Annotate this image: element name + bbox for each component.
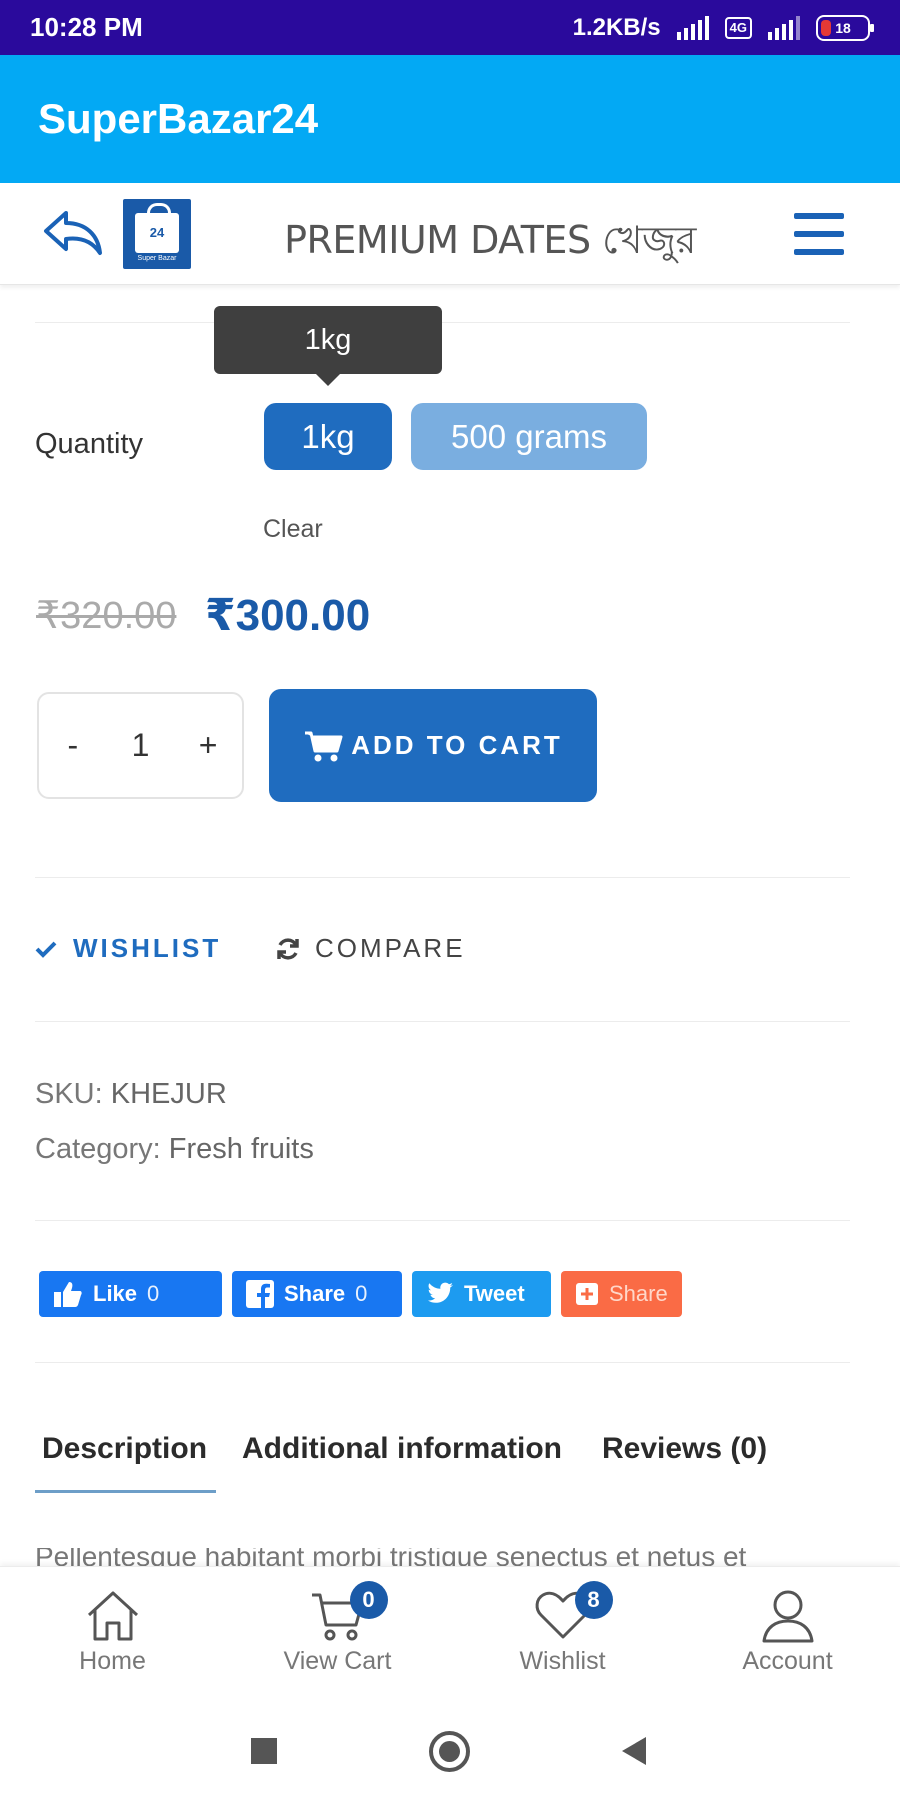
regular-price: ₹320.00 <box>36 595 177 637</box>
category-label: Category: <box>35 1133 161 1165</box>
network-speed: 1.2KB/s <box>572 13 661 41</box>
signal-icon-secondary <box>768 15 800 40</box>
check-icon <box>35 941 57 958</box>
hamburger-menu-icon[interactable] <box>794 213 844 255</box>
app-bar: SuperBazar24 <box>0 55 900 183</box>
increment-button[interactable]: + <box>183 727 233 764</box>
nav-home[interactable]: Home <box>0 1567 225 1694</box>
status-bar: 10:28 PM 1.2KB/s 4G 18 <box>0 0 900 55</box>
like-label: Like <box>93 1281 138 1306</box>
variation-500g-button[interactable]: 500 grams <box>411 403 647 470</box>
divider <box>35 322 850 323</box>
nav-home-label: Home <box>79 1647 146 1675</box>
share-count: 0 <box>355 1281 368 1306</box>
status-indicators: 1.2KB/s 4G 18 <box>572 13 874 42</box>
nav-wishlist[interactable]: 8 Wishlist <box>450 1567 675 1694</box>
generic-share-button[interactable]: Share <box>561 1271 682 1317</box>
tab-description[interactable]: Description <box>42 1432 207 1466</box>
divider <box>35 877 850 878</box>
battery-icon: 18 <box>816 14 874 41</box>
wishlist-link[interactable]: WISHLIST <box>35 933 221 964</box>
twitter-bird-icon <box>428 1282 453 1303</box>
description-text: Pellentesque habitant morbi tristique se… <box>35 1548 865 1566</box>
cart-icon <box>305 731 343 761</box>
quantity-label: Quantity <box>35 428 143 460</box>
facebook-share-button[interactable]: Share 0 <box>232 1271 402 1317</box>
compare-label: COMPARE <box>315 933 466 963</box>
logo-number: 24 <box>149 225 165 240</box>
sku-label: SKU: <box>35 1078 103 1110</box>
add-to-cart-button[interactable]: ADD TO CART <box>269 689 597 802</box>
tab-additional-information[interactable]: Additional information <box>242 1432 562 1466</box>
page-header: 24 Super Bazar PREMIUM DATES খেজুর <box>0 183 900 285</box>
system-navigation-bar <box>0 1693 900 1800</box>
sale-price: ₹300.00 <box>205 591 371 640</box>
store-logo[interactable]: 24 Super Bazar <box>123 199 191 269</box>
signal-icon <box>676 15 709 40</box>
description-peek: Pellentesque habitant morbi tristique se… <box>35 1548 747 1566</box>
clear-selection-link[interactable]: Clear <box>263 515 323 544</box>
cart-count-badge: 0 <box>349 1581 388 1619</box>
divider <box>35 1220 850 1221</box>
recents-icon[interactable] <box>251 1738 277 1764</box>
reply-back-icon <box>44 211 102 255</box>
bottom-navigation: Home 0 View Cart 8 Wishlist Account <box>0 1566 900 1693</box>
decrement-button[interactable]: - <box>48 727 98 764</box>
nav-view-cart-label: View Cart <box>283 1647 392 1675</box>
status-time: 10:28 PM <box>30 12 143 42</box>
generic-share-label: Share <box>609 1281 668 1306</box>
divider <box>35 1362 850 1363</box>
cart-icon: 0 <box>308 1581 388 1645</box>
nav-account[interactable]: Account <box>675 1567 900 1694</box>
tab-reviews[interactable]: Reviews (0) <box>602 1432 767 1466</box>
back-triangle-icon[interactable] <box>622 1737 646 1765</box>
wishlist-label: WISHLIST <box>73 933 222 963</box>
nav-account-label: Account <box>742 1647 833 1675</box>
plus-square-icon <box>576 1283 598 1305</box>
nav-wishlist-label: Wishlist <box>519 1647 606 1675</box>
active-tab-indicator <box>35 1490 216 1493</box>
sku-value: KHEJUR <box>110 1078 227 1110</box>
variation-1kg-button[interactable]: 1kg <box>264 403 392 470</box>
app-title: SuperBazar24 <box>38 95 319 142</box>
shopping-bag-icon: 24 <box>135 202 179 253</box>
home-circle-icon[interactable] <box>429 1731 470 1772</box>
compare-link[interactable]: COMPARE <box>275 933 466 964</box>
user-icon <box>758 1585 818 1645</box>
back-button[interactable] <box>40 205 104 261</box>
quantity-input[interactable]: 1 <box>115 727 165 764</box>
variation-tooltip: 1kg <box>214 306 442 386</box>
category-line: Category: Fresh fruits <box>35 1133 314 1166</box>
page-title: PREMIUM DATES খেজুর <box>284 218 696 262</box>
facebook-icon <box>246 1280 274 1308</box>
thumbs-up-icon <box>54 1282 82 1307</box>
sku-line: SKU: KHEJUR <box>35 1078 227 1111</box>
tweet-button[interactable]: Tweet <box>412 1271 551 1317</box>
logo-caption: Super Bazar <box>137 254 177 262</box>
lte-icon: 4G <box>724 16 752 39</box>
social-share-row: Like 0 Share 0 Tweet Share <box>39 1271 682 1317</box>
tweet-label: Tweet <box>464 1281 525 1306</box>
quantity-stepper: - 1 + <box>37 692 244 799</box>
home-icon <box>83 1585 143 1645</box>
heart-icon: 8 <box>533 1581 613 1645</box>
category-link[interactable]: Fresh fruits <box>169 1133 314 1165</box>
nav-view-cart[interactable]: 0 View Cart <box>225 1567 450 1694</box>
divider <box>35 1021 850 1022</box>
facebook-like-button[interactable]: Like 0 <box>39 1271 222 1317</box>
add-to-cart-label: ADD TO CART <box>351 730 563 760</box>
refresh-icon <box>277 937 299 960</box>
battery-level: 18 <box>835 19 851 36</box>
share-label: Share <box>284 1281 346 1306</box>
wishlist-count-badge: 8 <box>574 1581 613 1619</box>
like-count: 0 <box>147 1281 160 1306</box>
